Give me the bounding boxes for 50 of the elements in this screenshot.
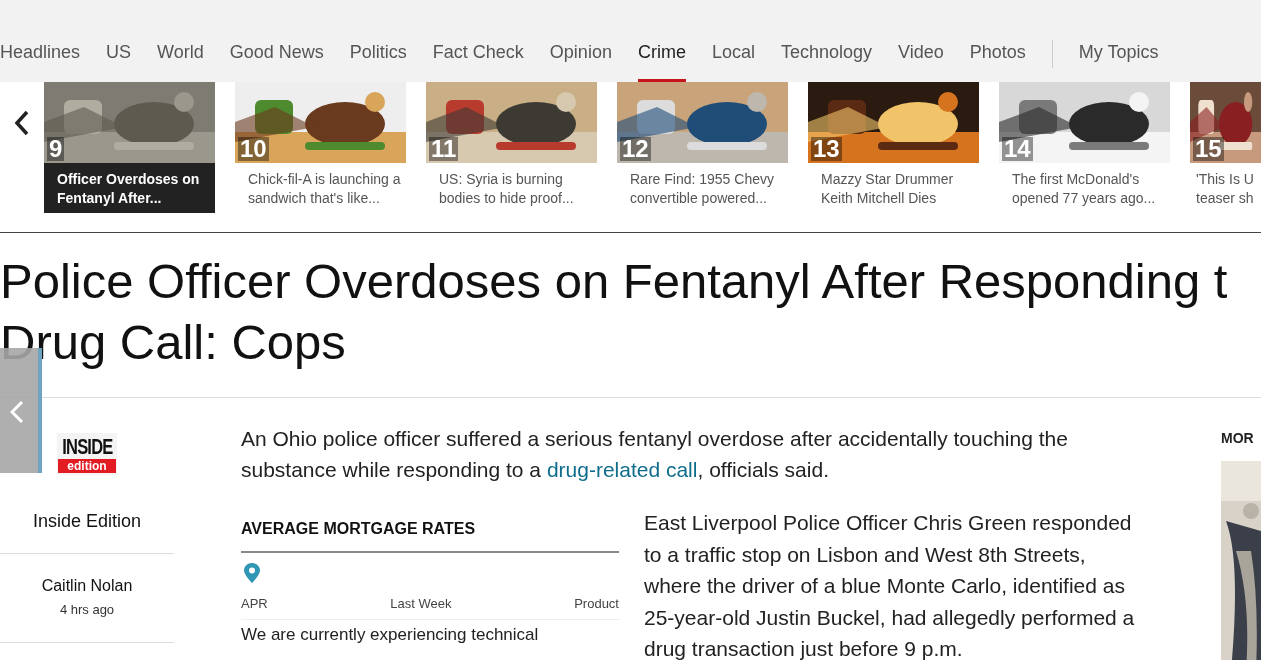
nav-tab[interactable]: Video <box>898 0 944 82</box>
story-number: 14 <box>1002 137 1033 161</box>
nav-tab[interactable]: Photos <box>969 0 1026 82</box>
article-lead: An Ohio police officer suffered a serious fentanyl overdose after accidentally touching the substance while responding to a drug-related call, officials said. <box>241 426 1069 483</box>
nav-tab[interactable]: Technology <box>780 0 872 82</box>
author-name: Caitlin Nolan <box>41 576 133 596</box>
story-caption: 'This Is U teaser sh <box>1195 170 1255 208</box>
story-card[interactable]: 9 Officer Overdoses on Fentanyl After... <box>44 82 215 213</box>
story-number: 13 <box>811 137 842 161</box>
widget-title: AVERAGE MORTGAGE RATES <box>241 517 619 553</box>
my-topics-tab[interactable]: My Topics <box>1078 0 1159 82</box>
story-number: 11 <box>429 137 459 161</box>
story-caption: US: Syria is burning bodies to hide proof... <box>438 170 575 208</box>
story-caption: The first McDonald's opened 77 years ago... <box>1011 170 1157 208</box>
story-caption: Chick-fil-A is launching a sandwich that's like... <box>247 170 402 208</box>
article-headline: Police Officer Overdoses on Fentanyl After Responding t Drug Call: Cops <box>0 253 1229 371</box>
story-caption: Mazzy Star Drummer Keith Mitchell Dies <box>820 170 955 208</box>
publish-time: 4 hrs ago <box>59 601 115 619</box>
widget-message: We are currently experiencing technical <box>241 623 540 646</box>
nav-tab[interactable]: Opinion <box>549 0 612 82</box>
story-number: 10 <box>238 137 269 161</box>
story-card[interactable]: 15 'This Is U teaser sh <box>1190 82 1261 213</box>
story-number: 12 <box>620 137 651 161</box>
story-number: 9 <box>47 137 65 161</box>
column-header: Product <box>574 595 619 613</box>
column-header: Last Week <box>390 595 452 613</box>
nav-tab[interactable]: US <box>106 0 132 82</box>
story-caption: Officer Overdoses on Fentanyl After... <box>44 163 215 213</box>
source-logo: INSIDE edition <box>57 433 117 475</box>
article-link[interactable]: drug-related call <box>546 458 698 481</box>
article-body: East Liverpool Police Officer Chris Green responded to a traffic stop on Lisbon and West 8th Streets, where the driver of a blue Monte Carlo, identified as 25-year-old Justin Buckel, had allegedly performed a drug transaction just before 9 p.m. <box>644 510 1136 660</box>
story-card[interactable]: 10 Chick-fil-A is launching a sandwich that's like... <box>235 82 406 213</box>
nav-tab[interactable]: Headlines <box>0 0 81 82</box>
story-card[interactable]: 12 Rare Find: 1955 Chevy convertible powered... <box>617 82 788 213</box>
story-card[interactable]: 11 US: Syria is burning bodies to hide proof... <box>426 82 597 213</box>
chevron-left-icon <box>10 400 24 424</box>
nav-tab[interactable]: Fact Check <box>432 0 524 82</box>
source-name: Inside Edition <box>32 510 142 533</box>
nav-tab[interactable]: Local <box>711 0 755 82</box>
story-card[interactable]: 13 Mazzy Star Drummer Keith Mitchell Dies <box>808 82 979 213</box>
nav-tab[interactable]: World <box>157 0 204 82</box>
chevron-left-icon <box>14 109 30 136</box>
location-pin-icon <box>244 563 260 583</box>
section-heading: MOR <box>1221 429 1255 448</box>
nav-tab[interactable]: Politics <box>349 0 407 82</box>
nav-tab[interactable]: Good News <box>229 0 324 82</box>
story-number: 15 <box>1193 137 1224 161</box>
story-card[interactable]: 14 The first McDonald's opened 77 years ago... <box>999 82 1170 213</box>
story-caption: Rare Find: 1955 Chevy convertible powered... <box>629 170 775 208</box>
column-header: APR <box>241 595 268 613</box>
